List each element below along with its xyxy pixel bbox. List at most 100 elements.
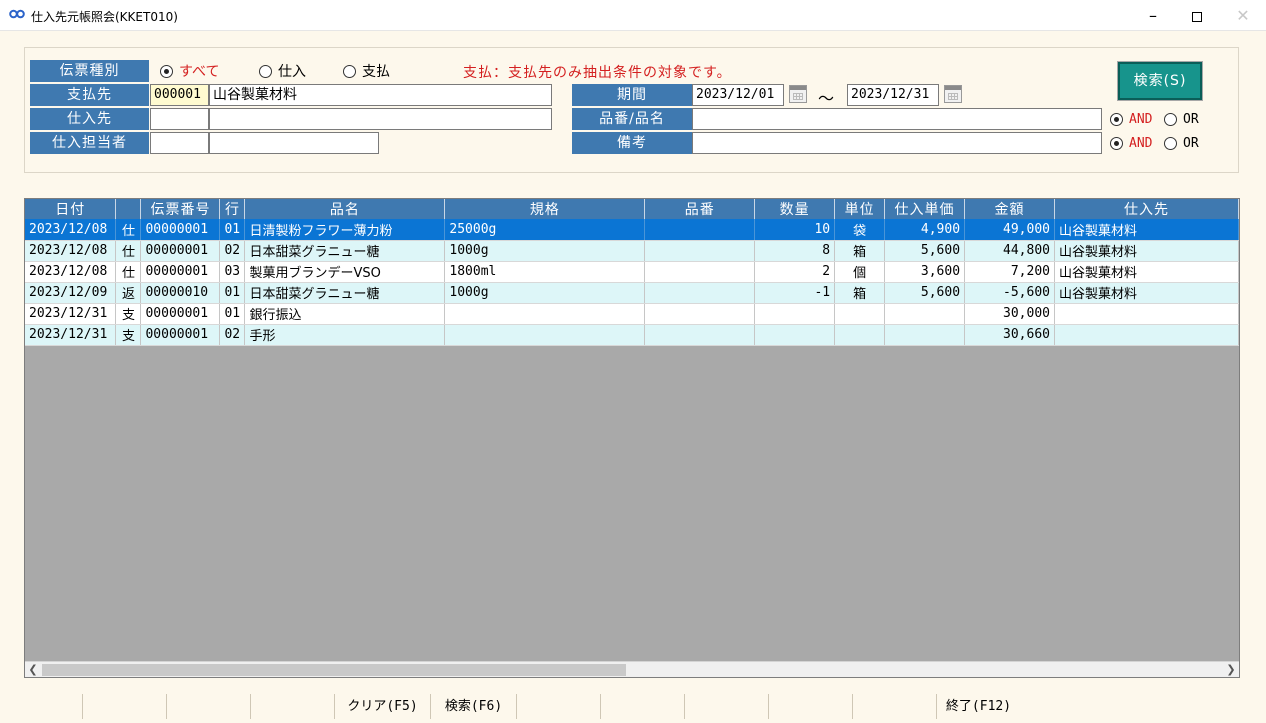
shiiresaki-code-input[interactable] xyxy=(150,108,209,130)
header-unit-price[interactable]: 仕入単価 xyxy=(884,199,966,219)
maximize-button[interactable] xyxy=(1174,0,1220,31)
radio-checked-icon xyxy=(160,64,173,78)
radio-unchecked-icon xyxy=(1164,136,1177,150)
header-spec[interactable]: 規格 xyxy=(444,199,646,219)
radio-checked-icon xyxy=(1110,112,1123,126)
cell-date: 2023/12/31 xyxy=(25,303,117,325)
table-row[interactable]: 2023/12/31 支 00000001 02 手形 30,660 xyxy=(25,324,1239,346)
cell-unit-price: 3,600 xyxy=(884,261,966,283)
date-range-separator: ～ xyxy=(818,89,835,108)
cell-amount: 30,660 xyxy=(964,324,1055,346)
cell-supplier: 山谷製菓材料 xyxy=(1054,240,1239,262)
cell-item-code xyxy=(644,261,756,283)
clear-f5-button[interactable]: クリア(F5) xyxy=(334,694,430,719)
cell-spec: 25000g xyxy=(444,219,646,241)
table-row[interactable]: 2023/12/08 仕 00000001 03 製菓用ブランデーVSO 180… xyxy=(25,261,1239,283)
calendar-to-icon[interactable] xyxy=(944,85,962,103)
cell-quantity: 10 xyxy=(754,219,836,241)
calendar-from-icon[interactable] xyxy=(789,85,807,103)
radio-shiharai[interactable]: 支払 xyxy=(343,61,390,81)
cell-denpyo-no: 00000001 xyxy=(140,303,221,325)
tantousha-label: 仕入担当者 xyxy=(30,132,149,154)
notice-text: 支払：支払先のみ抽出条件の対象です。 xyxy=(463,65,732,81)
radio-checked-icon xyxy=(1110,136,1123,150)
fkey-f4-button[interactable] xyxy=(250,694,334,719)
header-line[interactable]: 行 xyxy=(219,199,246,219)
cell-supplier xyxy=(1054,324,1239,346)
hinban-input[interactable] xyxy=(692,108,1102,130)
cell-line: 01 xyxy=(219,282,246,304)
bikou-and-radio[interactable]: AND xyxy=(1110,133,1152,153)
table-row[interactable]: 2023/12/09 返 00000010 01 日本甜菜グラニュー糖 1000… xyxy=(25,282,1239,304)
minimize-button[interactable]: – xyxy=(1130,0,1176,31)
cell-item-name: 手形 xyxy=(244,324,446,346)
fkey-f8-button[interactable] xyxy=(600,694,684,719)
cell-quantity: -1 xyxy=(754,282,836,304)
date-from-input[interactable]: 2023/12/01 xyxy=(692,84,784,106)
fkey-f7-button[interactable] xyxy=(516,694,600,719)
cell-amount: 7,200 xyxy=(964,261,1055,283)
cell-line: 01 xyxy=(219,219,246,241)
hinban-or-radio[interactable]: OR xyxy=(1164,109,1199,129)
function-key-bar: クリア(F5) 検索(F6) 終了(F12) xyxy=(0,694,1266,723)
header-kind[interactable] xyxy=(115,199,142,219)
header-unit[interactable]: 単位 xyxy=(834,199,886,219)
shiiresaki-name-field[interactable] xyxy=(209,108,552,130)
scroll-left-icon[interactable]: ❮ xyxy=(25,662,41,677)
radio-shiire[interactable]: 仕入 xyxy=(259,61,306,81)
cell-date: 2023/12/08 xyxy=(25,261,117,283)
cell-spec: 1000g xyxy=(444,282,646,304)
ledger-grid[interactable]: 日付 伝票番号 行 品名 規格 品番 数量 単位 仕入単価 金額 仕入先 202… xyxy=(24,198,1240,678)
header-item-code[interactable]: 品番 xyxy=(644,199,756,219)
cell-denpyo-no: 00000001 xyxy=(140,324,221,346)
header-supplier[interactable]: 仕入先 xyxy=(1054,199,1239,219)
header-quantity[interactable]: 数量 xyxy=(754,199,836,219)
tantousha-code-input[interactable] xyxy=(150,132,209,154)
cell-spec: 1800ml xyxy=(444,261,646,283)
shiharaisaki-name-field[interactable]: 山谷製菓材料 xyxy=(209,84,552,106)
hinban-and-radio[interactable]: AND xyxy=(1110,109,1152,129)
fkey-f9-button[interactable] xyxy=(684,694,768,719)
scroll-right-icon[interactable]: ❯ xyxy=(1223,662,1239,677)
fkey-f10-button[interactable] xyxy=(768,694,852,719)
cell-unit xyxy=(834,303,886,325)
cell-denpyo-no: 00000001 xyxy=(140,219,221,241)
cell-item-name: 日清製粉フラワー薄力粉 xyxy=(244,219,446,241)
cell-spec xyxy=(444,324,646,346)
radio-all[interactable]: すべて xyxy=(160,61,219,81)
table-row[interactable]: 2023/12/31 支 00000001 01 銀行振込 30,000 xyxy=(25,303,1239,325)
cell-unit: 箱 xyxy=(834,240,886,262)
header-item-name[interactable]: 品名 xyxy=(244,199,446,219)
scrollbar-thumb[interactable] xyxy=(42,664,626,676)
table-row[interactable]: 2023/12/08 仕 00000001 02 日本甜菜グラニュー糖 1000… xyxy=(25,240,1239,262)
cell-item-code xyxy=(644,282,756,304)
cell-item-name: 日本甜菜グラニュー糖 xyxy=(244,240,446,262)
table-row[interactable]: 2023/12/08 仕 00000001 01 日清製粉フラワー薄力粉 250… xyxy=(25,219,1239,241)
and-label: AND xyxy=(1129,135,1153,151)
ledger-table: 日付 伝票番号 行 品名 規格 品番 数量 単位 仕入単価 金額 仕入先 202… xyxy=(25,199,1239,346)
cell-line: 02 xyxy=(219,240,246,262)
header-amount[interactable]: 金額 xyxy=(964,199,1055,219)
exit-f12-button[interactable]: 終了(F12) xyxy=(936,694,1020,719)
radio-all-label: すべて xyxy=(179,64,220,80)
fkey-f11-button[interactable] xyxy=(852,694,936,719)
bikou-input[interactable] xyxy=(692,132,1102,154)
cell-kind: 仕 xyxy=(115,240,142,262)
tantousha-name-field[interactable] xyxy=(209,132,379,154)
cell-item-name: 日本甜菜グラニュー糖 xyxy=(244,282,446,304)
cell-unit: 袋 xyxy=(834,219,886,241)
fkey-f3-button[interactable] xyxy=(166,694,250,719)
close-button[interactable]: ✕ xyxy=(1220,0,1266,31)
search-f6-button[interactable]: 検索(F6) xyxy=(430,694,516,719)
bikou-or-radio[interactable]: OR xyxy=(1164,133,1199,153)
shiharaisaki-code-input[interactable]: 000001 xyxy=(150,84,209,106)
cell-date: 2023/12/09 xyxy=(25,282,117,304)
horizontal-scrollbar[interactable]: ❮ ❯ xyxy=(25,661,1239,677)
header-denpyo-no[interactable]: 伝票番号 xyxy=(140,199,221,219)
cell-kind: 仕 xyxy=(115,219,142,241)
cell-kind: 支 xyxy=(115,303,142,325)
header-date[interactable]: 日付 xyxy=(25,199,117,219)
date-to-input[interactable]: 2023/12/31 xyxy=(847,84,939,106)
search-button[interactable]: 検索(S) xyxy=(1117,61,1203,101)
fkey-f2-button[interactable] xyxy=(82,694,166,719)
